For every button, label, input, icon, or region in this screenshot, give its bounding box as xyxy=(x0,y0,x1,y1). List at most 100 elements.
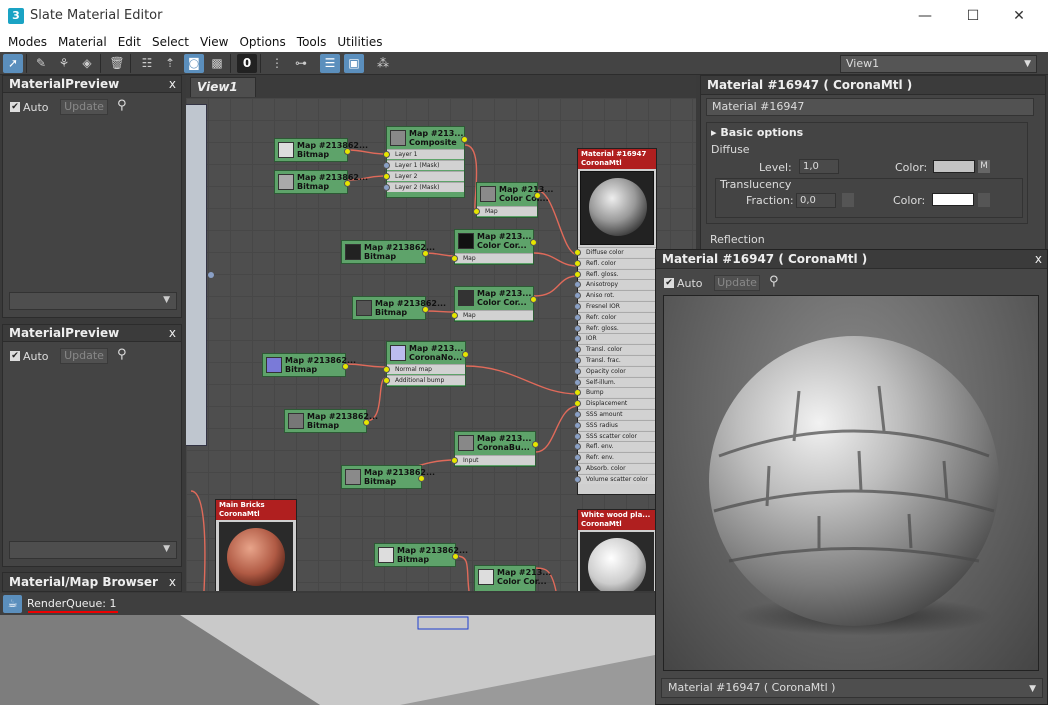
material-slot[interactable]: Refl. color xyxy=(574,257,656,268)
material-slot[interactable]: Diffuse color xyxy=(574,247,656,257)
fraction-map-button[interactable] xyxy=(842,193,854,207)
output-socket[interactable] xyxy=(530,296,537,303)
material-slot[interactable]: Fresnel IOR xyxy=(574,301,656,311)
material-slot[interactable]: Volume scatter color xyxy=(574,473,656,484)
main-bricks-node[interactable]: Main Bricks CoronaMtl xyxy=(215,499,297,591)
minimize-button[interactable]: — xyxy=(902,0,948,32)
output-socket[interactable] xyxy=(418,475,425,482)
color-map-button[interactable] xyxy=(978,193,990,207)
preview-material-select[interactable]: Material #16947 ( CoronaMtl ) ▼ xyxy=(661,678,1043,698)
slot-additional-bump[interactable]: Additional bump xyxy=(383,375,465,385)
eyedropper-icon[interactable]: ✎ xyxy=(31,54,51,73)
white-wood-node[interactable]: White wood pla... CoronaMtl xyxy=(577,509,657,591)
material-slot[interactable]: Refl. gloss. xyxy=(574,268,656,279)
view-select[interactable]: View1 ▼ xyxy=(840,55,1037,73)
close-icon[interactable]: x xyxy=(1035,250,1042,269)
composite-node[interactable]: Map #213... Composite Layer 1 Layer 1 (Ma… xyxy=(383,126,468,198)
menu-utilities[interactable]: Utilities xyxy=(331,33,387,53)
menu-select[interactable]: Select xyxy=(146,33,194,53)
menu-material[interactable]: Material xyxy=(52,33,112,53)
update-button[interactable]: Update xyxy=(60,348,108,364)
bitmap-node-4[interactable]: Map #213862... Bitmap xyxy=(352,296,446,320)
material-slot[interactable]: Bump xyxy=(574,387,656,398)
material-slot[interactable]: SSS scatter color xyxy=(574,430,656,441)
material-slot[interactable]: Aniso rot. xyxy=(574,290,656,301)
menu-modes[interactable]: Modes xyxy=(2,33,52,53)
slot-layer-1-mask[interactable]: Layer 1 (Mask) xyxy=(383,160,464,170)
auto-checkbox[interactable]: ✔ xyxy=(10,351,20,361)
layout-all-icon[interactable]: ⋮ xyxy=(267,54,287,73)
preview-select[interactable]: ▼ xyxy=(9,292,177,310)
bitmap-node-5[interactable]: Map #213862... Bitmap xyxy=(262,353,356,377)
slot-map[interactable]: Map xyxy=(451,310,533,320)
corona-normal-node[interactable]: Map #213... CoronaNo... Normal map Additi… xyxy=(383,341,469,387)
node-view[interactable]: Map #213862... Bitmap Map #213862... Bitma… xyxy=(186,98,696,591)
output-socket[interactable] xyxy=(342,363,349,370)
tab-view1[interactable]: View1 xyxy=(190,77,256,97)
menu-tools[interactable]: Tools xyxy=(291,33,332,53)
layout-icon[interactable]: ☷ xyxy=(137,54,157,73)
material-name-field[interactable]: Material #16947 xyxy=(706,98,1034,116)
close-icon[interactable]: x xyxy=(169,76,176,93)
output-socket[interactable] xyxy=(363,419,370,426)
menu-edit[interactable]: Edit xyxy=(112,33,146,53)
material-slot[interactable]: Transl. color xyxy=(574,344,656,355)
slot-layer-2[interactable]: Layer 2 xyxy=(383,171,464,181)
bitmap-node-2[interactable]: Map #213862... Bitmap xyxy=(274,170,368,194)
close-button[interactable]: ✕ xyxy=(996,0,1042,32)
count-icon[interactable]: 0 xyxy=(237,54,257,73)
fraction-spinner[interactable]: 0,0 xyxy=(796,193,836,208)
material-slot[interactable]: Refr. env. xyxy=(574,452,656,463)
level-spinner[interactable]: 1,0 xyxy=(799,159,839,174)
material-slot[interactable]: Anisotropy xyxy=(574,279,656,290)
output-socket[interactable] xyxy=(534,192,541,199)
material-slot[interactable]: IOR xyxy=(574,333,656,344)
output-socket[interactable] xyxy=(462,351,469,358)
menu-view[interactable]: View xyxy=(194,33,233,53)
auto-checkbox[interactable]: ✔ xyxy=(664,278,674,288)
assign-icon[interactable]: ◈ xyxy=(77,54,97,73)
pin-icon[interactable]: ⚲ xyxy=(117,347,127,362)
map-button[interactable]: M xyxy=(978,160,990,173)
bitmap-node-7[interactable]: Map #213862... Bitmap xyxy=(341,465,435,489)
menu-options[interactable]: Options xyxy=(233,33,290,53)
rollout-title[interactable]: ▸ Basic options xyxy=(711,126,803,139)
teapot-icon[interactable]: ☕ xyxy=(3,595,22,613)
output-socket[interactable] xyxy=(344,148,351,155)
diffuse-color-swatch[interactable] xyxy=(933,160,975,173)
preview-icon[interactable]: ▣ xyxy=(344,54,364,73)
slot-layer-1[interactable]: Layer 1 xyxy=(383,149,464,159)
color-correction-node-3[interactable]: Map #213... Color Cor... Map xyxy=(451,286,537,322)
corona-bump-node[interactable]: Map #213... CoronaBu... Input xyxy=(451,431,539,467)
material-slot[interactable]: Absorb. color xyxy=(574,463,656,473)
bitmap-node-1[interactable]: Map #213862... Bitmap xyxy=(274,138,368,162)
output-socket[interactable] xyxy=(344,180,351,187)
material-slot[interactable]: SSS amount xyxy=(574,409,656,419)
pin-icon[interactable]: ⚲ xyxy=(117,98,127,113)
output-socket[interactable] xyxy=(422,250,429,257)
close-icon[interactable]: x xyxy=(169,573,176,592)
update-button[interactable]: Update xyxy=(60,99,108,115)
move-children-icon[interactable]: ⇡ xyxy=(160,54,180,73)
close-icon[interactable]: x xyxy=(169,325,176,342)
auto-checkbox[interactable]: ✔ xyxy=(10,102,20,112)
color-correction-node-2[interactable]: Map #213... Color Cor... Map xyxy=(451,229,537,265)
output-socket[interactable] xyxy=(461,136,468,143)
material-slot[interactable]: Displacement xyxy=(574,398,656,409)
show-map-icon[interactable]: ◙ xyxy=(184,54,204,73)
slot-input[interactable]: Input xyxy=(451,455,535,465)
material-slot[interactable]: Refr. color xyxy=(574,311,656,322)
update-button[interactable]: Update xyxy=(714,275,760,291)
output-socket[interactable] xyxy=(532,441,539,448)
list-view-icon[interactable]: ☰ xyxy=(320,54,340,73)
slot-map[interactable]: Map xyxy=(451,253,533,263)
bitmap-node-8[interactable]: Map #213862... Bitmap xyxy=(374,543,468,567)
preview-select[interactable]: ▼ xyxy=(9,541,177,559)
output-socket[interactable] xyxy=(452,553,459,560)
output-socket[interactable] xyxy=(530,239,537,246)
material-node[interactable]: Material #16947 CoronaMtl Diffuse color Re… xyxy=(574,148,657,495)
translucency-color-swatch[interactable] xyxy=(932,193,974,206)
material-slot[interactable]: Refl. env. xyxy=(574,441,656,452)
material-slot[interactable]: Refr. gloss. xyxy=(574,322,656,333)
bitmap-node-3[interactable]: Map #213862... Bitmap xyxy=(341,240,435,264)
